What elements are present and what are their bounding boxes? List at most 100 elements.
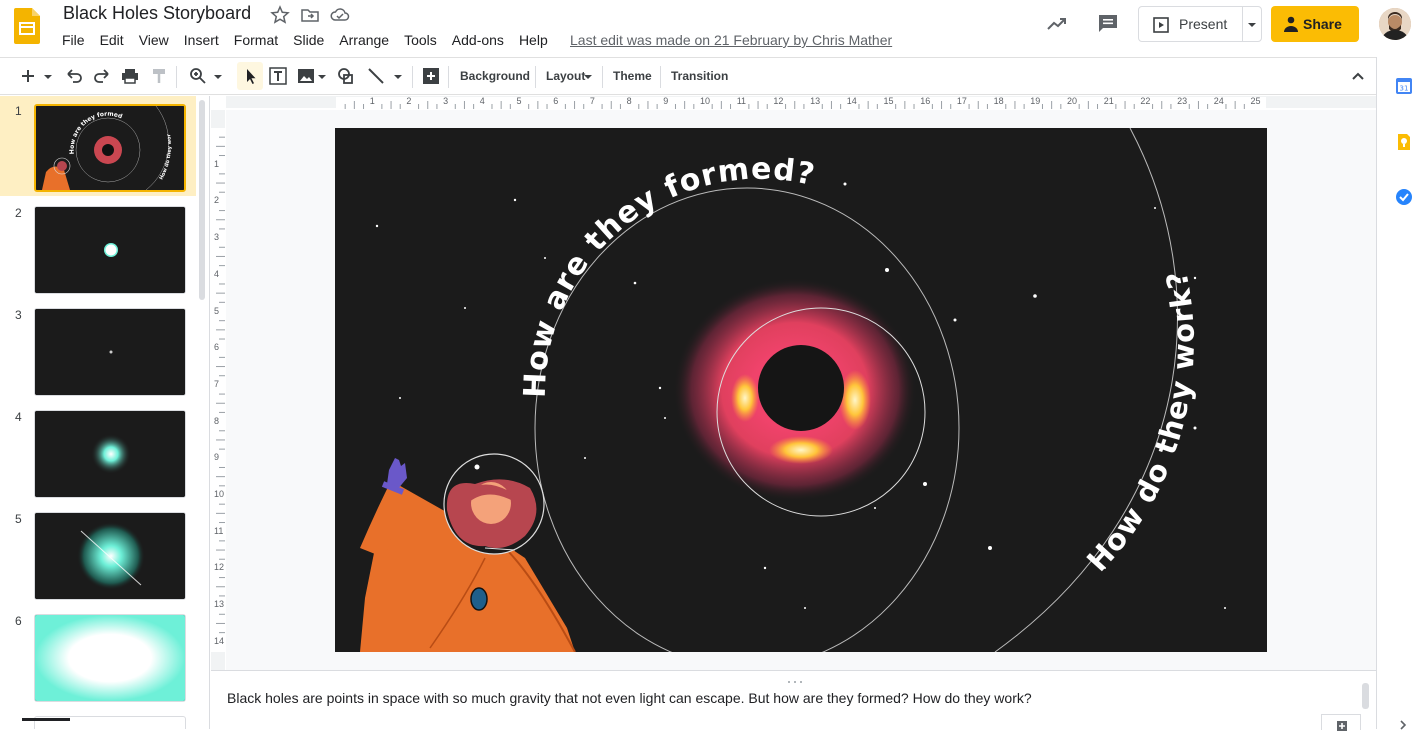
present-options-chevron-icon[interactable] bbox=[1247, 21, 1257, 29]
new-slide-chevron-icon[interactable] bbox=[42, 66, 54, 86]
menu-slide[interactable]: Slide bbox=[293, 32, 324, 48]
calendar-icon[interactable]: 31 bbox=[1394, 76, 1414, 96]
slides-logo-icon[interactable] bbox=[14, 8, 40, 44]
ruler-tick-label: 7 bbox=[589, 96, 595, 106]
keep-icon[interactable] bbox=[1394, 132, 1414, 152]
background-button[interactable]: Background bbox=[460, 69, 530, 83]
tasks-icon[interactable] bbox=[1394, 187, 1414, 207]
explore-icon bbox=[1337, 721, 1347, 731]
image-chevron-icon[interactable] bbox=[316, 66, 328, 86]
slide-thumbnail-4[interactable] bbox=[34, 410, 186, 498]
layout-button[interactable]: Layout bbox=[546, 69, 585, 83]
ruler-tick-label: 7 bbox=[214, 378, 220, 389]
select-cursor-icon[interactable] bbox=[241, 66, 261, 86]
ruler-tick-label: 10 bbox=[214, 489, 225, 499]
star-icon[interactable] bbox=[270, 5, 290, 25]
share-button[interactable]: Share bbox=[1271, 6, 1359, 42]
slide-thumbnail-5[interactable] bbox=[34, 512, 186, 600]
undo-icon[interactable] bbox=[64, 66, 84, 86]
menu-view[interactable]: View bbox=[139, 32, 169, 48]
menu-arrange[interactable]: Arrange bbox=[339, 32, 389, 48]
user-avatar[interactable] bbox=[1379, 8, 1411, 40]
menu-help[interactable]: Help bbox=[519, 32, 548, 48]
slide-canvas[interactable]: How are they formed? How do they work? bbox=[335, 128, 1267, 652]
paint-format-icon[interactable] bbox=[149, 66, 169, 86]
ruler-tick-label: 15 bbox=[883, 96, 894, 106]
ruler-tick-label: 2 bbox=[406, 96, 412, 106]
insert-image-icon[interactable] bbox=[296, 66, 316, 86]
menu-addons[interactable]: Add-ons bbox=[452, 32, 504, 48]
ruler-tick-label: 13 bbox=[810, 96, 821, 106]
redo-icon[interactable] bbox=[92, 66, 112, 86]
menu-edit[interactable]: Edit bbox=[100, 32, 124, 48]
theme-button[interactable]: Theme bbox=[613, 69, 652, 83]
slide-number: 3 bbox=[15, 308, 22, 322]
accretion-hotspot-bottom bbox=[769, 436, 833, 464]
layout-chevron-icon[interactable] bbox=[582, 68, 594, 88]
slide-thumbnail-3[interactable] bbox=[34, 308, 186, 396]
activity-trend-icon[interactable] bbox=[1046, 13, 1068, 35]
menu-format[interactable]: Format bbox=[234, 32, 278, 48]
slide-6-preview bbox=[35, 615, 185, 701]
comments-icon[interactable] bbox=[1097, 12, 1119, 34]
side-panel: 31 bbox=[1376, 57, 1422, 731]
cloud-saved-icon[interactable] bbox=[330, 5, 350, 25]
svg-text:31: 31 bbox=[1400, 85, 1409, 93]
document-title[interactable]: Black Holes Storyboard bbox=[63, 3, 251, 24]
line-icon[interactable] bbox=[366, 66, 386, 86]
slide-number: 2 bbox=[15, 206, 22, 220]
menu-insert[interactable]: Insert bbox=[184, 32, 219, 48]
zoom-icon[interactable] bbox=[188, 66, 208, 86]
ruler-tick-label: 8 bbox=[626, 96, 632, 106]
ruler-tick-label: 20 bbox=[1067, 96, 1078, 106]
line-chevron-icon[interactable] bbox=[392, 66, 404, 86]
last-edit-link[interactable]: Last edit was made on 21 February by Chr… bbox=[570, 32, 892, 48]
present-icon bbox=[1153, 17, 1169, 33]
ruler-tick-label: 24 bbox=[1213, 96, 1224, 106]
speaker-notes-panel[interactable]: Black holes are points in space with so … bbox=[211, 670, 1376, 731]
menu-tools[interactable]: Tools bbox=[404, 32, 437, 48]
ruler-tick-label: 9 bbox=[663, 96, 669, 106]
ruler-tick-label: 1 bbox=[369, 96, 375, 106]
slide-3-preview bbox=[35, 309, 185, 395]
present-button[interactable]: Present bbox=[1138, 6, 1262, 42]
toolbar-divider bbox=[602, 66, 603, 88]
print-icon[interactable] bbox=[120, 66, 140, 86]
shape-icon[interactable] bbox=[336, 66, 356, 86]
ruler-tick-label: 18 bbox=[993, 96, 1004, 106]
expand-side-panel-chevron-icon[interactable] bbox=[1397, 719, 1409, 731]
ruler-tick-label: 6 bbox=[553, 96, 559, 106]
notes-resize-handle[interactable] bbox=[785, 671, 805, 683]
slide-thumbnail-1[interactable]: How are they formed? How do they work? bbox=[34, 104, 186, 192]
collapse-toolbar-chevron-icon[interactable] bbox=[1348, 66, 1368, 86]
new-slide-plus-icon[interactable] bbox=[18, 66, 38, 86]
add-comment-icon[interactable] bbox=[421, 66, 441, 86]
ruler-tick-label: 19 bbox=[1030, 96, 1041, 106]
present-label: Present bbox=[1179, 16, 1228, 32]
text-box-icon[interactable] bbox=[268, 66, 288, 86]
event-horizon bbox=[758, 345, 844, 431]
horizontal-ruler-ticks bbox=[336, 97, 1266, 109]
ruler-tick-label: 4 bbox=[214, 268, 220, 279]
lock-person-icon bbox=[1284, 16, 1298, 32]
accretion-hotspot-left bbox=[731, 374, 759, 422]
transition-button[interactable]: Transition bbox=[671, 69, 728, 83]
toolbar-divider bbox=[176, 66, 177, 88]
ruler-tick-label: 11 bbox=[214, 525, 224, 536]
toolbar-divider bbox=[660, 66, 661, 88]
slide-thumbnail-6[interactable] bbox=[34, 614, 186, 702]
ruler-tick-label: 10 bbox=[700, 96, 711, 106]
zoom-chevron-icon[interactable] bbox=[212, 66, 224, 86]
filmstrip-scrollbar[interactable] bbox=[199, 100, 205, 300]
slide-thumbnail-2[interactable] bbox=[34, 206, 186, 294]
avatar-image bbox=[1379, 8, 1411, 40]
ruler-tick-label: 2 bbox=[214, 195, 220, 206]
speaker-notes-text[interactable]: Black holes are points in space with so … bbox=[227, 690, 1032, 706]
ruler-tick-label: 13 bbox=[214, 599, 225, 610]
move-folder-icon[interactable] bbox=[300, 5, 320, 25]
menu-file[interactable]: File bbox=[62, 32, 85, 48]
explore-button[interactable] bbox=[1321, 714, 1361, 731]
notes-scrollbar[interactable] bbox=[1362, 683, 1369, 709]
ruler-tick-label: 22 bbox=[1140, 96, 1151, 106]
share-label: Share bbox=[1303, 16, 1342, 32]
